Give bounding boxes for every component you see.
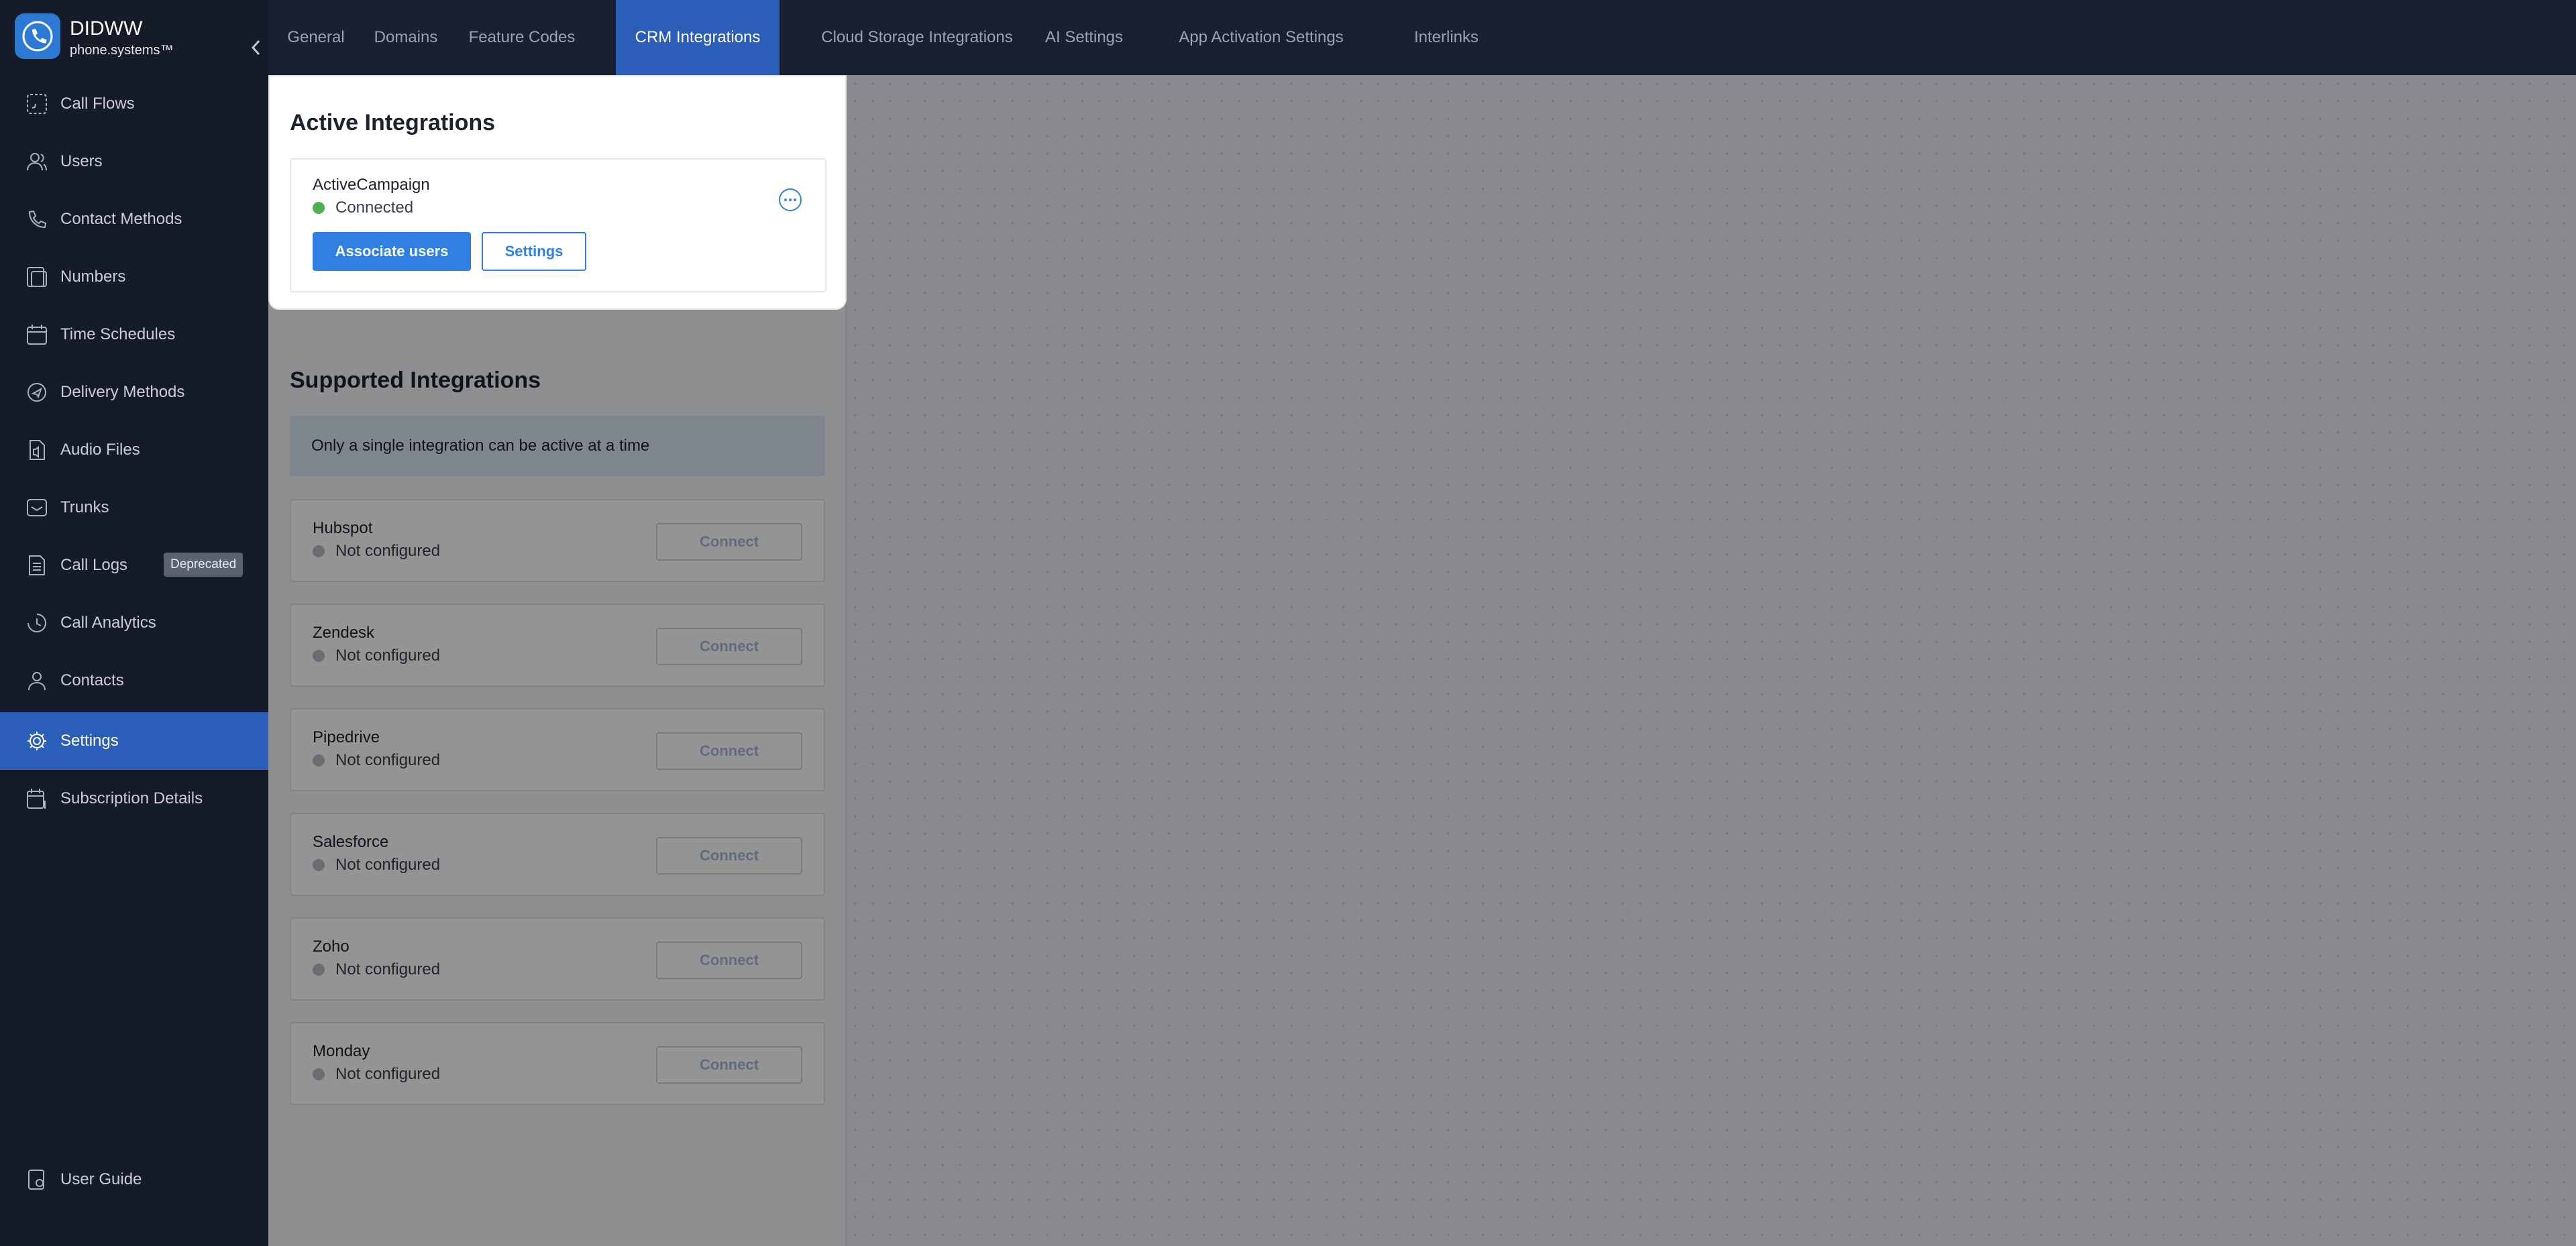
- call-logs-icon: [24, 553, 50, 578]
- sidebar-item-call-flows[interactable]: Call Flows: [0, 75, 268, 133]
- more-options-icon[interactable]: [777, 186, 804, 213]
- sidebar-item-label: Contact Methods: [60, 210, 182, 228]
- sidebar-item-user-guide[interactable]: User Guide: [0, 1151, 268, 1208]
- settings-button[interactable]: Settings: [482, 232, 586, 271]
- sidebar-item-label: Delivery Methods: [60, 383, 185, 401]
- tab-crm-integrations[interactable]: CRM Integrations: [616, 0, 780, 75]
- deprecated-badge: Deprecated: [164, 553, 244, 577]
- brand-subtitle: phone.systems™: [70, 43, 174, 58]
- trunk-icon: [24, 495, 50, 520]
- sidebar-item-numbers[interactable]: Numbers: [0, 248, 268, 306]
- sidebar-item-delivery-methods[interactable]: Delivery Methods: [0, 363, 268, 421]
- active-integration-card: ActiveCampaign Connected Associate users…: [290, 158, 826, 292]
- sidebar: DIDWW phone.systems™ Call Flows Users Co…: [0, 0, 268, 1246]
- sidebar-item-label: User Guide: [60, 1170, 142, 1188]
- sidebar-item-contacts[interactable]: Contacts: [0, 652, 268, 710]
- analytics-icon: [24, 610, 50, 636]
- call-flows-icon: [24, 91, 50, 117]
- tab-general[interactable]: General: [279, 0, 353, 75]
- contact-methods-icon: [24, 207, 50, 232]
- top-tab-bar: General Domains Feature Codes CRM Integr…: [268, 0, 2576, 75]
- sidebar-item-call-analytics[interactable]: Call Analytics: [0, 594, 268, 652]
- sidebar-item-subscription-details[interactable]: Subscription Details: [0, 770, 268, 828]
- integration-name: ActiveCampaign: [313, 176, 430, 194]
- user-guide-icon: [24, 1167, 50, 1192]
- integration-status: Connected: [313, 199, 413, 217]
- associate-users-button[interactable]: Associate users: [313, 232, 471, 271]
- sidebar-item-trunks[interactable]: Trunks: [0, 479, 268, 536]
- sidebar-item-label: Call Flows: [60, 95, 135, 113]
- contacts-icon: [24, 668, 50, 693]
- audio-file-icon: [24, 437, 50, 463]
- sidebar-item-label: Contacts: [60, 671, 124, 689]
- sidebar-item-label: Audio Files: [60, 441, 140, 459]
- sidebar-item-label: Settings: [60, 732, 119, 750]
- sidebar-item-label: Users: [60, 152, 103, 170]
- tab-interlinks[interactable]: Interlinks: [1339, 0, 1554, 75]
- sidebar-item-settings[interactable]: Settings: [0, 712, 268, 770]
- calendar-icon: [24, 322, 50, 347]
- sidebar-item-label: Numbers: [60, 268, 126, 286]
- chevron-left-icon[interactable]: [246, 38, 266, 58]
- tab-domains[interactable]: Domains: [364, 0, 448, 75]
- sidebar-item-contact-methods[interactable]: Contact Methods: [0, 190, 268, 248]
- gear-icon: [24, 728, 50, 754]
- sidebar-item-users[interactable]: Users: [0, 133, 268, 190]
- numbers-icon: [24, 264, 50, 290]
- active-integrations-title: Active Integrations: [290, 110, 496, 135]
- phone-logo-icon: [15, 13, 60, 59]
- active-integrations-popup: Active Integrations ActiveCampaign Conne…: [268, 75, 847, 310]
- sidebar-item-label: Subscription Details: [60, 789, 203, 807]
- brand: DIDWW phone.systems™: [15, 13, 263, 60]
- status-label: Connected: [335, 199, 414, 217]
- sidebar-item-time-schedules[interactable]: Time Schedules: [0, 306, 268, 363]
- subscription-icon: [24, 786, 50, 811]
- brand-name: DIDWW: [70, 17, 143, 40]
- sidebar-item-audio-files[interactable]: Audio Files: [0, 421, 268, 479]
- connected-dot-icon: [313, 202, 325, 214]
- delivery-icon: [24, 380, 50, 405]
- tab-cloud-storage-integrations[interactable]: Cloud Storage Integrations: [796, 0, 1038, 75]
- tab-feature-codes[interactable]: Feature Codes: [460, 0, 584, 75]
- sidebar-item-label: Call Logs: [60, 556, 128, 574]
- tab-ai-settings[interactable]: AI Settings: [1024, 0, 1144, 75]
- users-icon: [24, 149, 50, 174]
- sidebar-item-call-logs[interactable]: Call Logs Deprecated: [0, 536, 268, 594]
- sidebar-item-label: Call Analytics: [60, 614, 156, 632]
- sidebar-item-label: Trunks: [60, 498, 109, 516]
- sidebar-item-label: Time Schedules: [60, 325, 176, 343]
